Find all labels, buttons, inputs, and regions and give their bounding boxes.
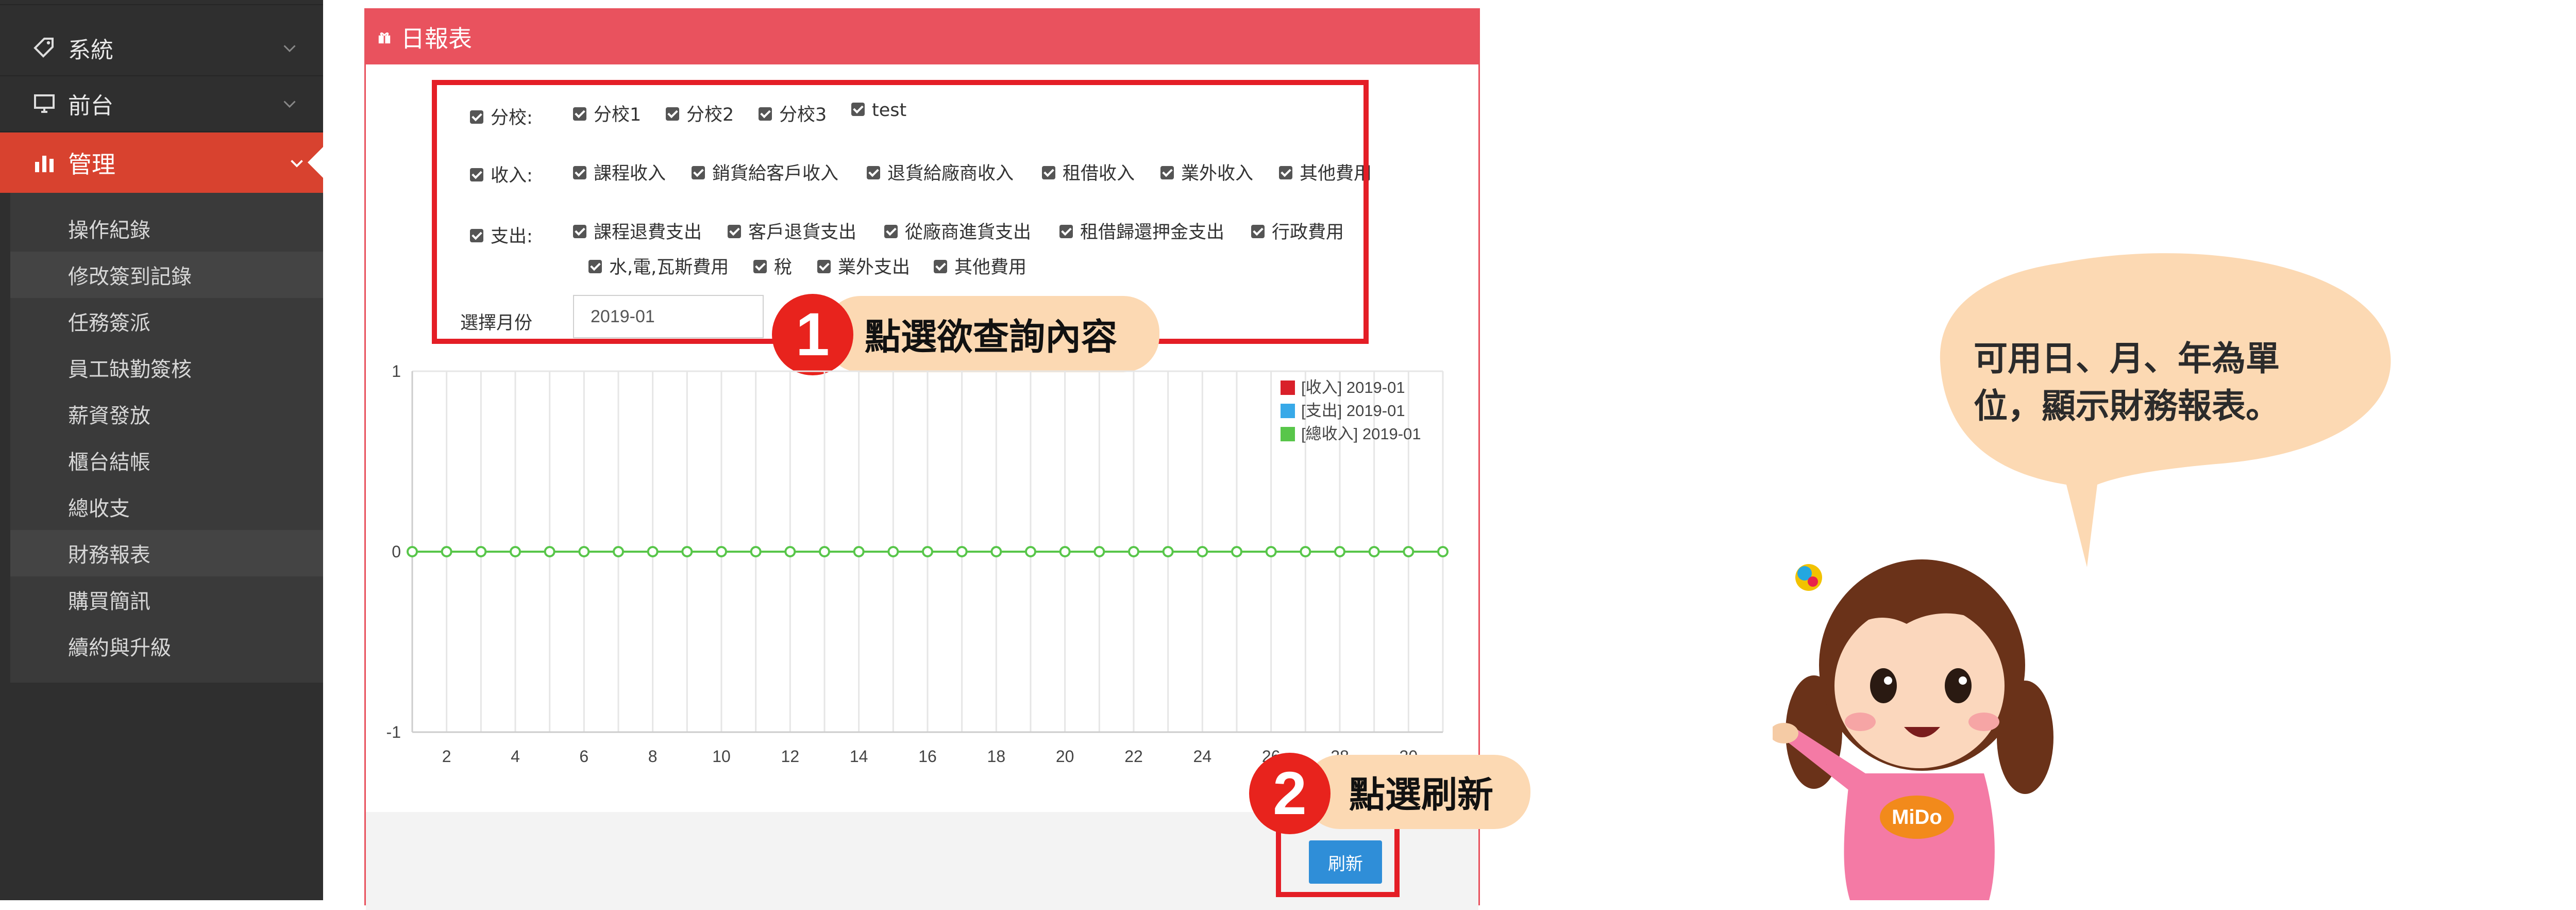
submenu-manage: 操作紀錄 修改簽到記錄 任務簽派 員工缺勤簽核 薪資發放 櫃台結帳 總收支 財務… xyxy=(10,193,323,683)
submenu-item-task-dispatch[interactable]: 任務簽派 xyxy=(10,298,323,344)
data-point xyxy=(1162,546,1174,557)
chart-series xyxy=(407,546,1449,557)
data-point xyxy=(1334,546,1345,557)
data-point xyxy=(819,546,830,557)
data-point xyxy=(1059,546,1071,557)
submenu-item-absence-approval[interactable]: 員工缺勤簽核 xyxy=(10,344,323,391)
y-tick-label: -1 xyxy=(386,723,401,741)
sidebar-item-label: 系統 xyxy=(68,37,113,63)
submenu-item-buy-sms[interactable]: 購買簡訊 xyxy=(10,576,323,623)
data-point xyxy=(1093,546,1105,557)
data-point xyxy=(750,546,762,557)
data-point xyxy=(407,546,418,557)
data-point xyxy=(1025,546,1036,557)
x-tick-label: 12 xyxy=(781,747,800,766)
bar-chart-icon xyxy=(35,155,54,172)
data-point xyxy=(1300,546,1311,557)
x-tick-label: 4 xyxy=(511,747,520,766)
bubble-line-2: 位，顯示財務報表。 xyxy=(1974,386,2280,426)
legend-label: [收入] 2019-01 xyxy=(1301,378,1405,396)
legend-swatch xyxy=(1281,380,1295,395)
data-point xyxy=(1265,546,1277,557)
data-point xyxy=(475,546,487,557)
data-point xyxy=(1368,546,1380,557)
data-point xyxy=(441,546,452,557)
report-chart: -10124681012141618202224262830 [收入] 2019… xyxy=(386,362,1449,766)
sidebar-item-system[interactable]: 系統 xyxy=(0,21,323,76)
data-point xyxy=(990,546,1002,557)
x-tick-label: 18 xyxy=(987,747,1006,766)
tag-icon xyxy=(33,38,54,58)
x-tick-label: 2 xyxy=(442,747,451,766)
chart-legend: [收入] 2019-01 [支出] 2019-01 [總收入] 2019-01 xyxy=(1281,378,1421,443)
x-tick-label: 20 xyxy=(1056,747,1074,766)
legend-label: [總收入] 2019-01 xyxy=(1301,425,1421,443)
callout-text: 點選欲查詢內容 xyxy=(865,316,1117,358)
submenu-item-financial-report[interactable]: 財務報表 xyxy=(10,530,323,576)
submenu-item-operation-log[interactable]: 操作紀錄 xyxy=(10,205,323,252)
sidebar: 系統 前台 管理 操作紀錄 修改簽到記錄 任務簽派 員工缺勤簽核 薪資發放 櫃台… xyxy=(0,0,323,900)
chevron-down-icon xyxy=(283,45,296,53)
data-point xyxy=(784,546,796,557)
sidebar-item-label: 前台 xyxy=(68,93,113,119)
submenu-item-renew-upgrade[interactable]: 續約與升級 xyxy=(10,623,323,669)
data-point xyxy=(1231,546,1242,557)
y-tick-label: 0 xyxy=(392,542,401,561)
data-point xyxy=(922,546,933,557)
data-point xyxy=(956,546,968,557)
callout-step-2: 點選刷新 xyxy=(1304,755,1530,829)
chevron-down-icon xyxy=(291,159,303,168)
y-tick-label: 1 xyxy=(392,362,401,380)
monitor-icon xyxy=(34,94,55,113)
x-tick-label: 22 xyxy=(1124,747,1143,766)
sidebar-item-manage[interactable]: 管理 xyxy=(0,133,323,193)
data-point xyxy=(1128,546,1139,557)
x-tick-label: 16 xyxy=(918,747,937,766)
legend-swatch xyxy=(1281,427,1295,441)
sidebar-item-partial xyxy=(0,0,323,5)
panel-title: 日報表 xyxy=(401,25,472,53)
x-tick-label: 14 xyxy=(850,747,868,766)
sidebar-item-label: 管理 xyxy=(68,150,115,178)
chevron-down-icon xyxy=(283,101,296,108)
submenu-item-edit-signin[interactable]: 修改簽到記錄 xyxy=(10,252,323,298)
data-point xyxy=(853,546,865,557)
data-point xyxy=(1403,546,1415,557)
data-point xyxy=(1437,546,1449,557)
data-point xyxy=(613,546,624,557)
data-point xyxy=(510,546,521,557)
bubble-line-1: 可用日、月、年為單 xyxy=(1974,339,2280,378)
callout-text: 點選刷新 xyxy=(1349,773,1493,816)
submenu-item-salary[interactable]: 薪資發放 xyxy=(10,391,323,437)
sidebar-item-front[interactable]: 前台 xyxy=(0,76,323,132)
refresh-button[interactable]: 刷新 xyxy=(1309,840,1382,884)
x-tick-label: 10 xyxy=(712,747,731,766)
submenu-item-total-balance[interactable]: 總收支 xyxy=(10,484,323,530)
mascot-girl: MiDo xyxy=(1773,559,2053,900)
data-point xyxy=(578,546,590,557)
data-point xyxy=(887,546,899,557)
x-tick-label: 8 xyxy=(648,747,658,766)
step-badge-2: 2 xyxy=(1249,753,1331,834)
submenu-item-counter-checkout[interactable]: 櫃台結帳 xyxy=(10,437,323,484)
legend-label: [支出] 2019-01 xyxy=(1301,402,1405,420)
chart-ticks: -10124681012141618202224262830 xyxy=(386,362,1418,766)
data-point xyxy=(544,546,555,557)
x-tick-label: 6 xyxy=(579,747,588,766)
data-point xyxy=(1197,546,1208,557)
bubble-text: 可用日、月、年為單 位，顯示財務報表。 xyxy=(1974,335,2376,430)
active-pointer xyxy=(308,147,323,178)
gift-icon xyxy=(378,32,391,44)
data-point xyxy=(681,546,693,557)
legend-swatch xyxy=(1281,404,1295,418)
shirt-logo-text: MiDo xyxy=(1892,806,1942,829)
panel-header: 日報表 xyxy=(366,10,1478,64)
data-point xyxy=(647,546,659,557)
data-point xyxy=(716,546,727,557)
x-tick-label: 24 xyxy=(1193,747,1212,766)
